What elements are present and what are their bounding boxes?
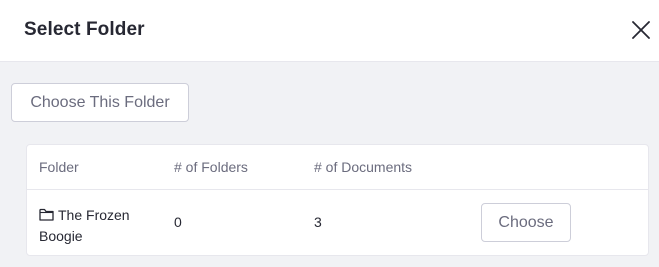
folder-icon (39, 208, 54, 221)
choose-this-folder-button[interactable]: Choose This Folder (11, 83, 189, 122)
dialog-header: Select Folder (0, 0, 659, 62)
dialog-body: Choose This Folder Folder # of Folders #… (0, 62, 659, 267)
num-folders-value: 0 (174, 214, 182, 230)
close-button[interactable] (628, 17, 654, 43)
column-header-num-documents: # of Documents (314, 159, 413, 175)
dialog-title: Select Folder (24, 19, 145, 40)
close-icon (632, 21, 650, 39)
folder-table: Folder # of Folders # of Documents The F… (26, 144, 649, 256)
table-header-row: Folder # of Folders # of Documents (27, 145, 648, 190)
select-folder-dialog: Select Folder Choose This Folder Folder … (0, 0, 659, 267)
folder-cell[interactable]: The Frozen Boogie (39, 205, 159, 247)
num-documents-value: 3 (314, 214, 322, 230)
table-row: The Frozen Boogie 0 3 Choose (27, 190, 648, 256)
column-header-folder: Folder (39, 159, 79, 175)
choose-button[interactable]: Choose (481, 203, 571, 242)
column-header-num-folders: # of Folders (174, 159, 248, 175)
